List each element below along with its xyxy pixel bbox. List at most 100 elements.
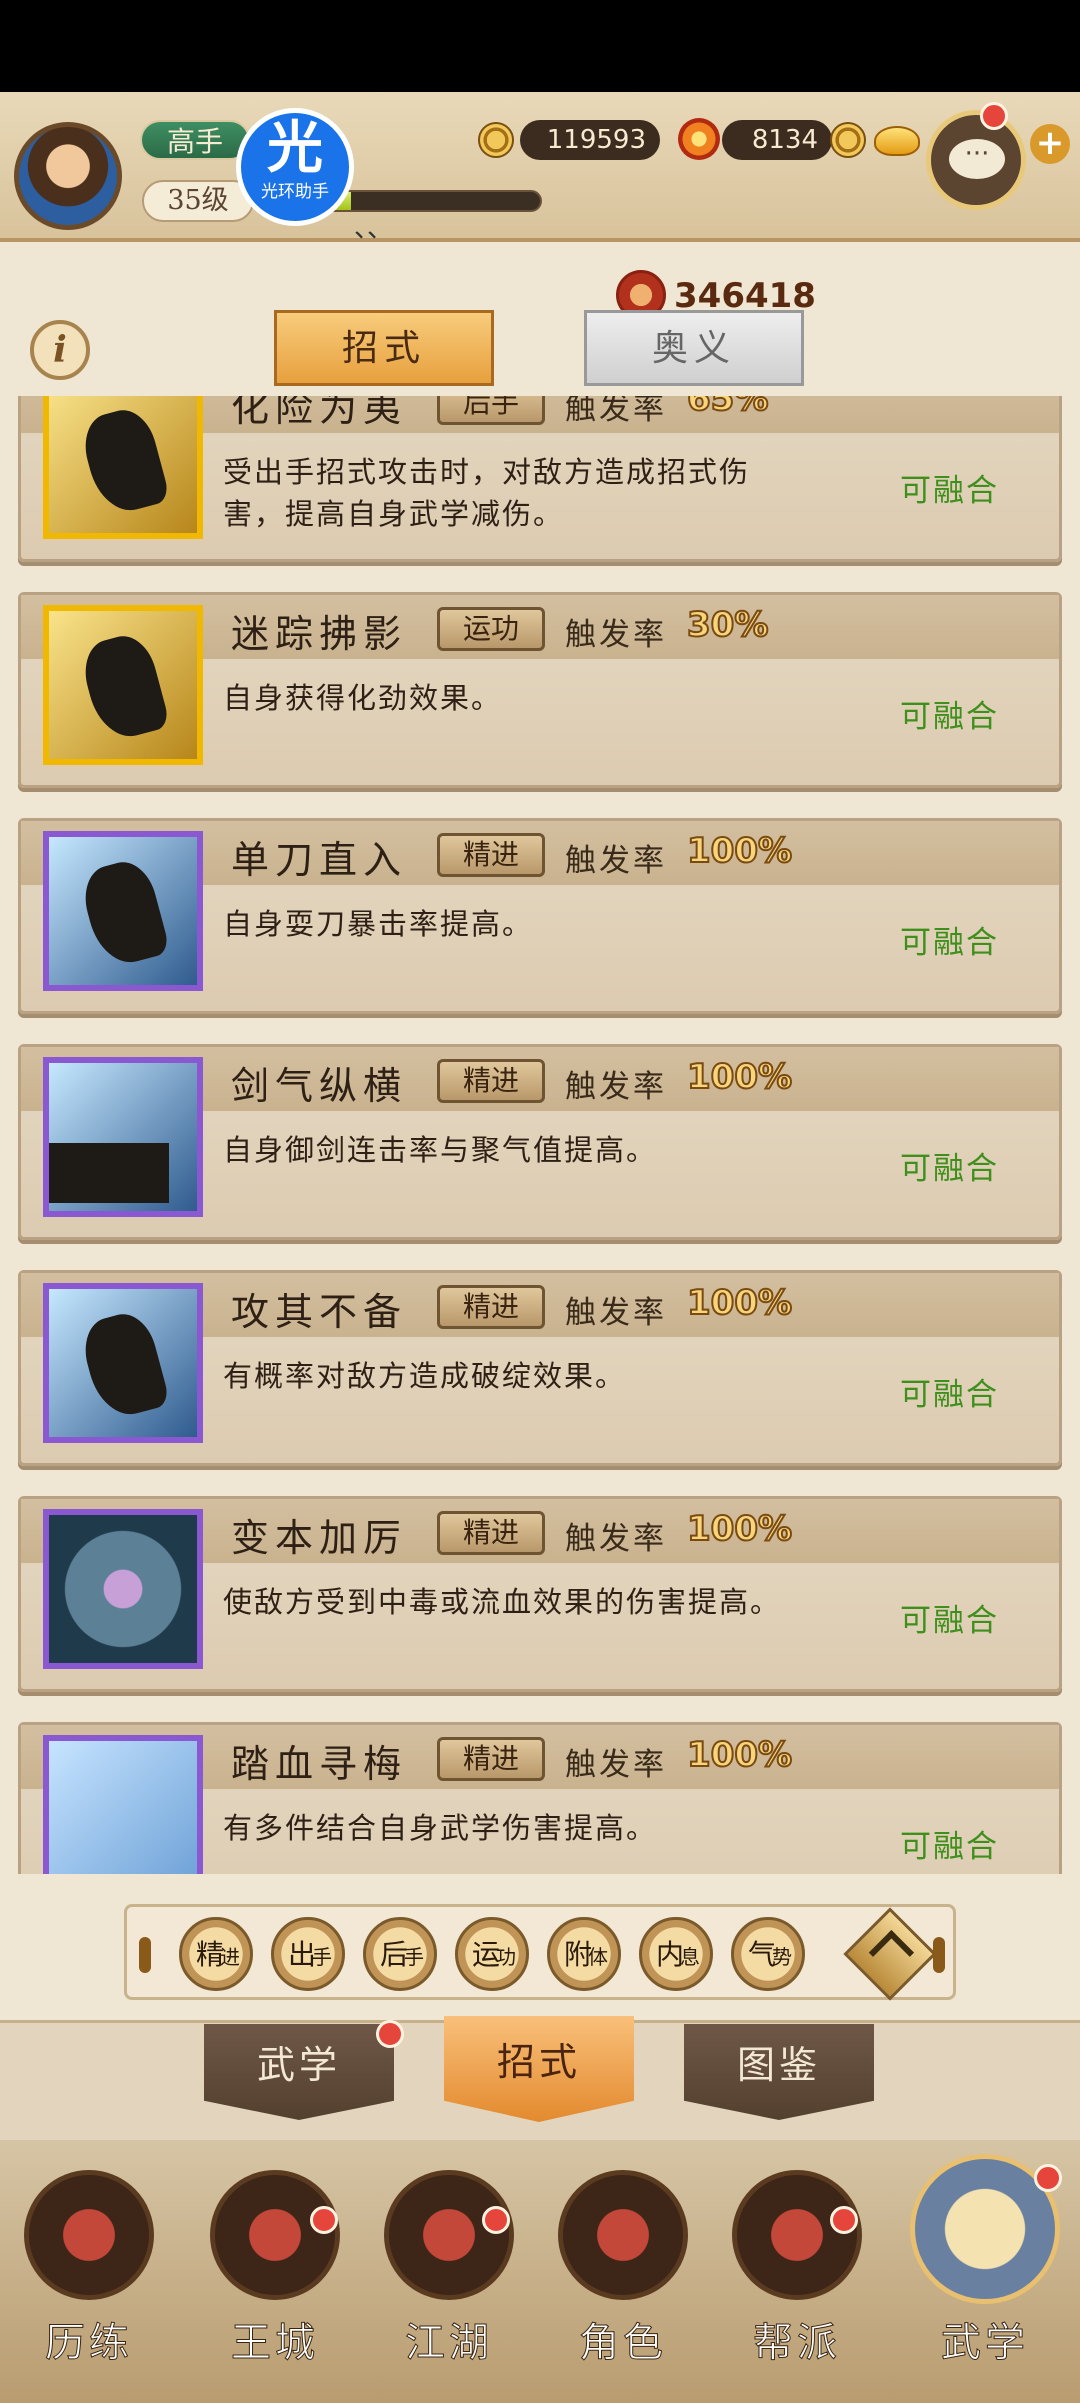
skill-description: 有多件结合自身武学伤害提高。 [223, 1811, 658, 1845]
helper-app-logo[interactable]: 光 光环助手 [236, 108, 354, 226]
filter-bar-left-cap [139, 1937, 151, 1973]
skill-card[interactable]: 化险为夷 后手 触发率 65% 受出手招式攻击时，对敌方造成招式伤害，提高自身武… [18, 396, 1062, 562]
guild-emblem-icon [732, 2170, 862, 2300]
nav-label: 角色 [579, 2320, 667, 2367]
skill-description: 自身耍刀暴击率提高。 [223, 907, 534, 941]
trigger-rate-label: 触发率 [565, 1747, 667, 1783]
skill-list[interactable]: 化险为夷 后手 触发率 65% 受出手招式攻击时，对敌方造成招式伤害，提高自身武… [18, 396, 1062, 1874]
flame-currency-count: 8134 [722, 120, 832, 160]
player-avatar[interactable] [14, 122, 122, 230]
tab-moves[interactable]: 招式 [274, 310, 494, 386]
subtab-martial-arts[interactable]: 武学 [204, 2024, 394, 2120]
nav-label: 帮派 [753, 2320, 841, 2367]
chat-button[interactable]: ··· [926, 110, 1026, 210]
skill-card[interactable]: 变本加厉 精进 触发率 100% 使敌方受到中毒或流血效果的伤害提高。 可融合 [18, 1496, 1062, 1692]
info-button[interactable]: i [30, 320, 90, 380]
skill-description: 使敌方受到中毒或流血效果的伤害提高。 [223, 1585, 782, 1619]
system-status-bar [0, 0, 1080, 92]
filter-label: 运 [471, 1938, 500, 1971]
add-currency-button[interactable]: + [1030, 124, 1070, 164]
helper-logo-glyph: 光 [267, 116, 323, 181]
filter-houshou-button[interactable]: 后手 [363, 1917, 437, 1991]
nav-character[interactable]: 角色 [548, 2170, 698, 2390]
nav-jianghu[interactable]: 江湖 [374, 2170, 524, 2390]
filter-label: 内 [655, 1938, 684, 1971]
trigger-rate-value: 65% [686, 396, 769, 420]
skill-card[interactable]: 单刀直入 精进 触发率 100% 自身耍刀暴击率提高。 可融合 [18, 818, 1062, 1014]
filter-neixi-button[interactable]: 内息 [639, 1917, 713, 1991]
filter-jingjin-button[interactable]: 精进 [179, 1917, 253, 1991]
skill-card[interactable]: 剑气纵横 精进 触发率 100% 自身御剑连击率与聚气值提高。 可融合 [18, 1044, 1062, 1240]
filter-yungong-button[interactable]: 运功 [455, 1917, 529, 1991]
trigger-rate-value: 100% [686, 1508, 793, 1550]
filter-sublabel: 进 [220, 1945, 240, 1969]
skill-type-badge: 精进 [437, 1737, 545, 1781]
skill-type-badge: 精进 [437, 833, 545, 877]
gold-kick-icon [43, 605, 203, 765]
skill-name: 攻其不备 [231, 1290, 408, 1334]
chevron-up-icon [868, 1929, 915, 1976]
fusable-label[interactable]: 可融合 [900, 465, 999, 510]
filter-label: 出 [287, 1938, 316, 1971]
skill-name: 单刀直入 [231, 838, 408, 882]
nav-notification-dot [482, 2206, 510, 2234]
trigger-rate-label: 触发率 [565, 396, 667, 427]
filter-qishi-button[interactable]: 气势 [731, 1917, 805, 1991]
skill-figure [77, 629, 171, 745]
filter-sublabel: 息 [680, 1945, 700, 1969]
skill-name: 迷踪拂影 [231, 612, 408, 656]
chat-notification-dot [980, 102, 1008, 130]
skill-type-badge: 精进 [437, 1511, 545, 1555]
nav-notification-dot [1034, 2164, 1062, 2192]
fusable-label[interactable]: 可融合 [900, 691, 999, 736]
nav-label: 江湖 [405, 2320, 493, 2367]
nav-label: 武学 [941, 2320, 1029, 2367]
trigger-rate-value: 100% [686, 1056, 793, 1098]
skill-figure [77, 855, 171, 971]
copper-coin-icon [478, 122, 514, 158]
skill-card[interactable]: 迷踪拂影 运功 触发率 30% 自身获得化劲效果。 可融合 [18, 592, 1062, 788]
sword-icon [384, 2170, 514, 2300]
skill-figure [77, 1307, 171, 1423]
tab-mysteries[interactable]: 奥义 [584, 310, 804, 386]
nav-training[interactable]: 历练 [14, 2170, 164, 2390]
filter-sublabel: 功 [496, 1945, 516, 1969]
skill-description: 受出手招式攻击时，对敌方造成招式伤害，提高自身武学减伤。 [223, 455, 751, 531]
nav-notification-dot [310, 2206, 338, 2234]
player-name: 、、 [354, 214, 394, 244]
filter-label: 精 [195, 1938, 224, 1971]
subtab-codex[interactable]: 图鉴 [684, 2024, 874, 2120]
coin-count: 119593 [520, 120, 660, 160]
filter-sublabel: 体 [588, 1945, 608, 1969]
trigger-rate-value: 100% [686, 1282, 793, 1324]
fusable-label[interactable]: 可融合 [900, 917, 999, 962]
subtab-moves[interactable]: 招式 [444, 2016, 634, 2122]
nav-label: 历练 [45, 2320, 133, 2367]
nav-martial-arts[interactable]: 武学 [910, 2154, 1060, 2390]
nav-guild[interactable]: 帮派 [722, 2170, 872, 2390]
filter-sublabel: 手 [404, 1945, 424, 1969]
trigger-rate-label: 触发率 [565, 843, 667, 879]
chat-bubble-icon: ··· [949, 139, 1005, 179]
helper-logo-text: 光环助手 [261, 182, 329, 202]
filter-futi-button[interactable]: 附体 [547, 1917, 621, 1991]
leap-strike-icon [43, 1283, 203, 1443]
blade-icon [43, 831, 203, 991]
filter-bar-right-cap [933, 1937, 945, 1973]
nav-royal-city[interactable]: 王城 [200, 2170, 350, 2390]
trigger-rate-value: 30% [686, 604, 769, 646]
filter-chushou-button[interactable]: 出手 [271, 1917, 345, 1991]
fusable-label[interactable]: 可融合 [900, 1821, 999, 1866]
fusable-label[interactable]: 可融合 [900, 1595, 999, 1640]
fusable-label[interactable]: 可融合 [900, 1143, 999, 1188]
trigger-rate-label: 触发率 [565, 1521, 667, 1557]
skill-name: 化险为夷 [231, 396, 408, 430]
gold-chain-icon [43, 396, 203, 539]
gold-ingot-icon [874, 126, 920, 156]
skill-name: 剑气纵横 [231, 1064, 408, 1108]
skill-card[interactable]: 攻其不备 精进 触发率 100% 有概率对敌方造成破绽效果。 可融合 [18, 1270, 1062, 1466]
skill-description: 有概率对敌方造成破绽效果。 [223, 1359, 627, 1393]
skill-card[interactable]: 踏血寻梅 精进 触发率 100% 有多件结合自身武学伤害提高。 可融合 [18, 1722, 1062, 1874]
fusable-label[interactable]: 可融合 [900, 1369, 999, 1414]
collapse-up-icon[interactable] [843, 1907, 937, 2001]
